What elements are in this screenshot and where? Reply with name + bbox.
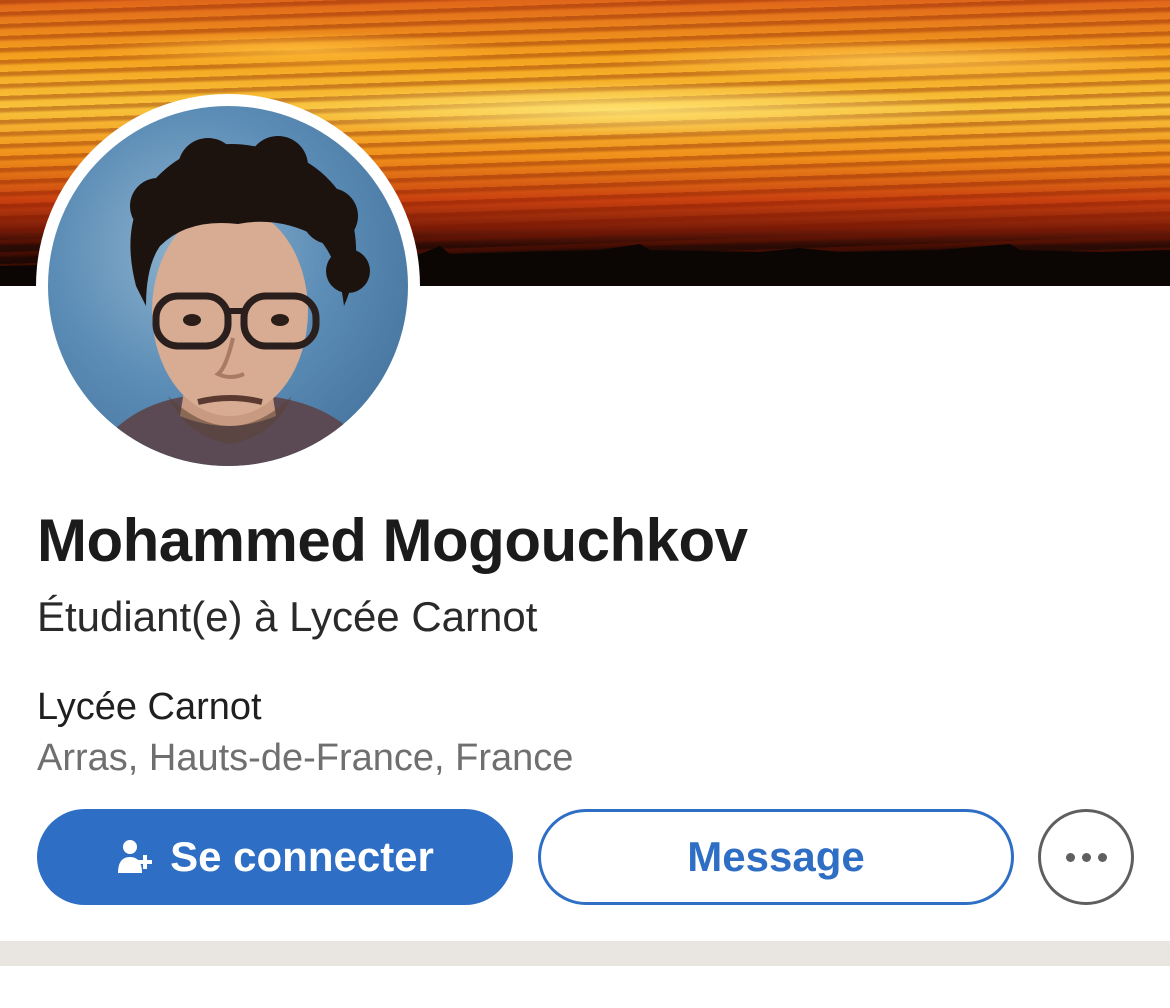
profile-photo-frame[interactable] [36,94,420,478]
profile-name: Mohammed Mogouchkov [37,507,748,574]
connect-button[interactable]: Se connecter [37,809,513,905]
profile-location: Arras, Hauts-de-France, France [37,737,574,779]
more-options-icon [1065,852,1075,862]
more-options-button[interactable] [1038,809,1134,905]
message-button-label: Message [687,833,865,880]
profile-school[interactable]: Lycée Carnot [37,686,262,729]
more-options-dot [1081,852,1091,862]
avatar-portrait-icon [88,136,378,466]
section-divider [0,941,1170,966]
next-section [0,966,1170,1008]
connect-button-label: Se connecter [170,833,434,880]
add-person-icon [116,837,156,877]
profile-photo[interactable] [48,106,408,466]
message-button[interactable]: Message [538,809,1014,905]
profile-headline: Étudiant(e) à Lycée Carnot [37,593,538,640]
more-options-dot [1097,852,1107,862]
